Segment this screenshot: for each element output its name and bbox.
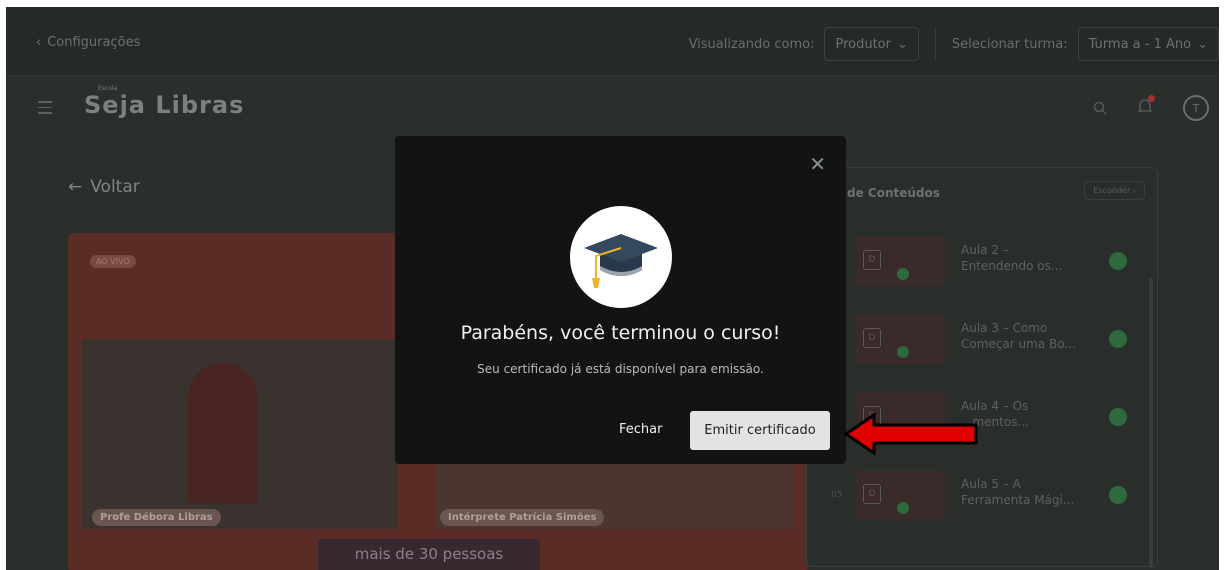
hide-panel-button[interactable]: Esconder › [1084,181,1145,200]
chevron-left-icon: ‹ [36,35,42,50]
lesson-item[interactable]: 05 D Aula 5 – A Ferramenta Mági... [827,470,1137,526]
lesson-item[interactable]: D Aula 3 – Como Começar uma Bo... [827,314,1137,370]
arrow-left-icon: ← [68,177,83,197]
presenter-name-tag: Profe Débora Libras [92,509,221,526]
contents-panel: de Conteúdos Esconder › D Aula 2 – Enten… [806,167,1158,568]
close-button[interactable]: Fechar [619,422,662,437]
app-window: ‹ Configurações Visualizando como: Produ… [6,7,1219,570]
select-class-label: Selecionar turma: [951,36,1068,52]
role-select-value: Produtor [835,36,891,52]
logo[interactable]: Escola Seja Libras [84,85,245,119]
document-icon: D [863,328,881,348]
lesson-item[interactable]: D Aula 2 – Entendendo os... [827,236,1137,292]
panel-scrollbar[interactable] [1149,278,1153,568]
avatar[interactable]: T [1183,95,1209,121]
divider [934,27,936,61]
lesson-number: 05 [831,490,843,500]
graduation-cap-icon [570,206,672,308]
check-circle-icon [1109,252,1127,270]
mini-check-icon [897,346,909,358]
document-icon: D [863,250,881,270]
logo-small-text: Escola [98,85,118,92]
document-icon: D [863,484,881,504]
class-select[interactable]: Turma a - 1 Ano ⌄ [1077,27,1219,61]
presenter-figure [188,363,258,503]
course-complete-modal: ✕ Parabéns, você terminou o curso! Seu c… [395,136,846,464]
emit-certificate-button[interactable]: Emitir certificado [690,411,830,450]
back-link-label: Voltar [90,177,140,197]
check-circle-icon [1109,486,1127,504]
role-select[interactable]: Produtor ⌄ [824,27,919,61]
notification-dot [1148,95,1155,102]
mini-check-icon [897,268,909,280]
contents-panel-title: de Conteúdos [847,186,940,200]
logo-text: Seja Libras [84,91,245,119]
mini-check-icon [897,502,909,514]
lesson-title: Aula 3 – Como Começar uma Bo... [961,321,1076,351]
class-select-value: Turma a - 1 Ano [1088,36,1192,52]
back-to-settings-link[interactable]: ‹ Configurações [36,35,140,50]
search-icon[interactable] [1093,101,1107,115]
interpreter-name-tag: Intérprete Patrícia Simões [440,509,605,526]
check-circle-icon [1109,408,1127,426]
modal-subtitle: Seu certificado já está disponível para … [477,362,764,376]
chevron-down-icon: ⌄ [1197,36,1208,52]
back-to-settings-label: Configurações [47,35,141,50]
live-badge: AO VIVO [90,255,136,268]
app-header: Escola Seja Libras T [6,77,1219,137]
close-icon[interactable]: ✕ [809,152,826,176]
lesson-title: Aula 5 – A Ferramenta Mági... [961,477,1075,507]
settings-bar: ‹ Configurações Visualizando como: Produ… [6,7,1219,76]
check-circle-icon [1109,330,1127,348]
lesson-title: Aula 2 – Entendendo os... [961,243,1063,273]
menu-icon[interactable] [38,101,52,118]
viewing-as-label: Visualizando como: [688,36,815,52]
back-link[interactable]: ← Voltar [68,177,140,197]
chevron-down-icon: ⌄ [896,36,908,52]
video-caption: mais de 30 pessoas [318,539,540,570]
arrow-left-icon [843,412,978,456]
modal-title: Parabéns, você terminou o curso! [460,322,781,344]
notifications-bell[interactable] [1137,95,1155,119]
